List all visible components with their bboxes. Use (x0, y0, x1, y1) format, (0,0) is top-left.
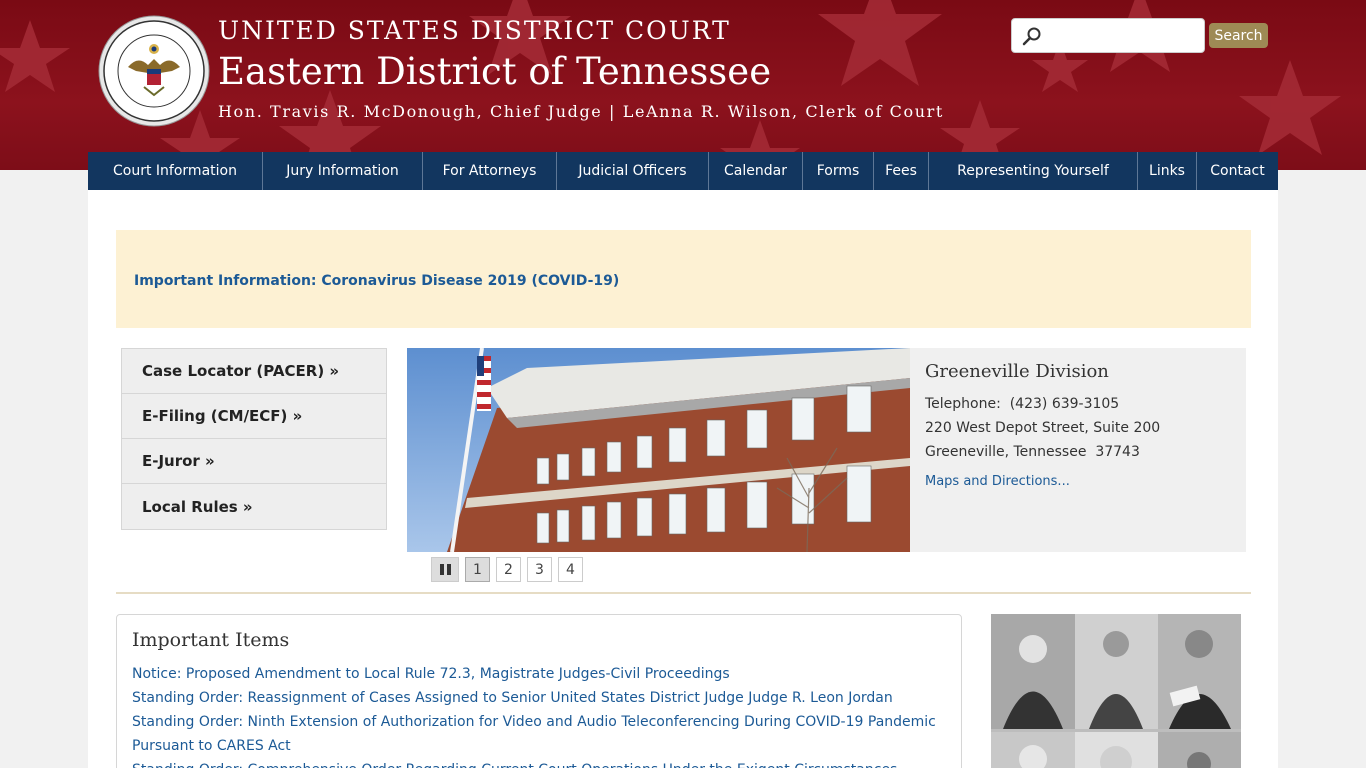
courthouse-image (407, 348, 910, 552)
section-divider (116, 592, 1251, 594)
nav-item-links[interactable]: Links (1138, 152, 1197, 190)
quick-link-e-juror[interactable]: E-Juror » (122, 439, 386, 484)
maps-directions-link[interactable]: Maps and Directions... (925, 474, 1070, 489)
pause-icon[interactable] (431, 557, 459, 582)
quick-links-panel: Case Locator (PACER) » E-Filing (CM/ECF) … (121, 348, 387, 530)
covid-info-link[interactable]: Important Information: Coronavirus Disea… (134, 273, 619, 289)
important-item-link[interactable]: Standing Order: Ninth Extension of Autho… (132, 710, 947, 758)
alert-banner: Important Information: Coronavirus Disea… (116, 230, 1251, 328)
slideshow-pager: 1234 (431, 557, 583, 582)
slide-page-1[interactable]: 1 (465, 557, 490, 582)
nav-item-jury-information[interactable]: Jury Information (263, 152, 423, 190)
quick-link-case-locator-pacer[interactable]: Case Locator (PACER) » (122, 349, 386, 394)
slide-page-3[interactable]: 3 (527, 557, 552, 582)
quick-link-e-filing-cm-ecf[interactable]: E-Filing (CM/ECF) » (122, 394, 386, 439)
important-items-panel: Important Items Notice: Proposed Amendme… (116, 614, 962, 768)
district-title[interactable]: Eastern District of Tennessee (218, 50, 771, 93)
important-item-link[interactable]: Notice: Proposed Amendment to Local Rule… (132, 662, 947, 686)
nav-item-representing-yourself[interactable]: Representing Yourself (929, 152, 1138, 190)
important-items-list: Notice: Proposed Amendment to Local Rule… (132, 662, 947, 768)
nav-item-judicial-officers[interactable]: Judicial Officers (557, 152, 709, 190)
nav-item-court-information[interactable]: Court Information (88, 152, 263, 190)
division-address-line2: Greeneville, Tennessee 37743 (925, 444, 1140, 460)
search-input[interactable] (1048, 23, 1198, 49)
slide-page-2[interactable]: 2 (496, 557, 521, 582)
nav-item-contact[interactable]: Contact (1197, 152, 1278, 190)
important-item-link[interactable]: Standing Order: Reassignment of Cases As… (132, 686, 947, 710)
court-seal-icon[interactable] (98, 15, 210, 127)
nav-item-for-attorneys[interactable]: For Attorneys (423, 152, 557, 190)
court-title: UNITED STATES DISTRICT COURT (218, 16, 731, 45)
search-icon (1022, 27, 1041, 46)
quick-link-local-rules[interactable]: Local Rules » (122, 484, 386, 529)
main-navigation: Court Information Jury Information For Att… (88, 152, 1278, 190)
courthouse-photo (407, 348, 910, 552)
important-item-link[interactable]: Standing Order: Comprehensive Order Rega… (132, 758, 947, 768)
division-name: Greeneville Division (925, 361, 1109, 382)
important-items-heading: Important Items (132, 629, 290, 651)
judges-portraits[interactable] (991, 614, 1241, 768)
division-address-line1: 220 West Depot Street, Suite 200 (925, 420, 1161, 436)
division-info-panel: Greeneville Division Telephone: (423) 63… (910, 348, 1246, 552)
nav-item-fees[interactable]: Fees (874, 152, 929, 190)
judges-portrait-image (991, 614, 1241, 768)
search-box (1011, 18, 1205, 53)
division-telephone: Telephone: (423) 639-3105 (925, 396, 1120, 412)
nav-item-calendar[interactable]: Calendar (709, 152, 803, 190)
nav-item-forms[interactable]: Forms (803, 152, 874, 190)
search-button[interactable]: Search (1209, 23, 1268, 48)
slide-page-4[interactable]: 4 (558, 557, 583, 582)
site-header: UNITED STATES DISTRICT COURT Eastern Dis… (0, 0, 1366, 170)
judge-clerk-line: Hon. Travis R. McDonough, Chief Judge | … (218, 102, 944, 121)
